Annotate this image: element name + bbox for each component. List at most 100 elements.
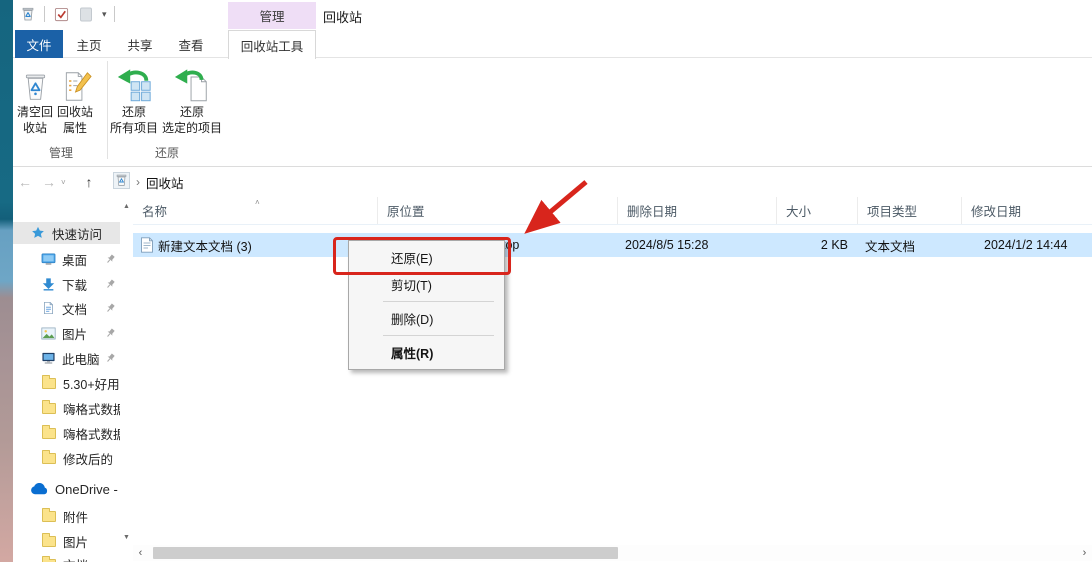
context-menu-item-cut[interactable]: 剪切(T) [349, 271, 504, 298]
download-icon [40, 277, 56, 291]
back-icon[interactable]: ← [13, 174, 37, 190]
breadcrumb-chevron-icon: › [136, 175, 140, 189]
column-header-original-location[interactable]: 原位置 [378, 197, 618, 224]
button-label-line: 回收站 [57, 105, 94, 119]
horizontal-scrollbar-track[interactable] [148, 545, 1077, 561]
desktop-wallpaper-strip [0, 0, 13, 562]
quick-access-star-icon [30, 226, 46, 240]
folder-icon [41, 555, 57, 562]
empty-recycle-bin-icon [19, 67, 52, 105]
sidebar-item-folder[interactable]: 文档 [13, 553, 120, 562]
sidebar-item-folder[interactable]: 嗨格式数据 [13, 422, 120, 444]
pin-icon[interactable] [105, 253, 116, 268]
folder-icon [41, 532, 57, 547]
column-label: 修改日期 [971, 205, 1022, 219]
sidebar-item-label: 5.30+好用 [63, 377, 120, 392]
scroll-up-icon[interactable]: ▲ [120, 199, 133, 213]
button-label-line: 清空回 [17, 105, 54, 119]
context-menu-item-delete[interactable]: 删除(D) [349, 305, 504, 332]
sidebar-item-label: 文档 [63, 555, 88, 562]
file-size: 2 KB [820, 238, 848, 252]
pin-icon[interactable] [105, 327, 116, 342]
scroll-left-icon[interactable]: ‹ [133, 547, 148, 559]
file-list: 名称 ˄ 原位置 删除日期 大小 项目类型 修改日期 新建文本文档 (3) to… [133, 197, 1092, 562]
sidebar-item-downloads[interactable]: 下载 [13, 273, 120, 295]
sidebar-item-folder[interactable]: 附件 [13, 505, 120, 527]
sidebar-item-folder[interactable]: 5.30+好用 [13, 372, 120, 394]
column-label: 原位置 [387, 205, 425, 219]
sidebar-item-quick-access[interactable]: 快速访问 [13, 222, 120, 244]
context-menu-item-properties[interactable]: 属性(R) [349, 339, 504, 366]
pin-icon[interactable] [105, 302, 116, 317]
context-menu-separator [383, 301, 494, 302]
column-header-item-type[interactable]: 项目类型 [858, 197, 962, 224]
scroll-down-icon[interactable]: ▼ [120, 530, 133, 544]
folder-icon [41, 399, 57, 414]
sidebar-item-label: 嗨格式数据 [63, 402, 120, 417]
sidebar-item-label: 文档 [62, 302, 88, 317]
sidebar-item-label: 嗨格式数据 [63, 427, 120, 442]
scroll-right-icon[interactable]: › [1077, 547, 1092, 559]
ribbon-tab-row: 文件 主页 共享 查看 回收站工具 [13, 30, 1092, 59]
column-header-name[interactable]: 名称 ˄ [133, 197, 378, 224]
pin-icon[interactable] [105, 278, 116, 293]
sidebar-item-label: 此电脑 [62, 352, 100, 367]
sidebar-item-folder[interactable]: 嗨格式数据 [13, 397, 120, 419]
sidebar-item-label: 快速访问 [52, 227, 103, 242]
annotation-highlight-box [333, 237, 511, 275]
column-header-row: 名称 ˄ 原位置 删除日期 大小 项目类型 修改日期 [133, 197, 1092, 225]
sidebar-item-desktop[interactable]: 桌面 [13, 248, 120, 270]
sidebar-item-folder[interactable]: 修改后的 [13, 447, 120, 469]
horizontal-scrollbar-thumb[interactable] [153, 547, 618, 559]
folder-icon [41, 507, 57, 522]
context-menu-separator [383, 335, 494, 336]
column-label: 项目类型 [867, 205, 918, 219]
this-pc-icon [40, 351, 56, 365]
tab-home[interactable]: 主页 [66, 30, 112, 58]
customize-toolbar-caret-icon[interactable]: ▾ [102, 9, 107, 19]
button-label-line: 属性 [63, 120, 88, 135]
sidebar-item-onedrive[interactable]: OneDrive - [13, 478, 120, 500]
recycle-bin-properties-button[interactable]: 回收站 属性 [55, 64, 95, 139]
forward-icon[interactable]: → [37, 174, 61, 190]
file-row-selected[interactable]: 新建文本文档 (3) top 2024/8/5 15:28 2 KB 文本文档 … [133, 233, 1092, 257]
file-item-type: 文本文档 [865, 239, 916, 254]
folder-icon [41, 374, 57, 389]
recent-locations-caret-icon[interactable]: ˅ [61, 178, 77, 187]
column-label: 大小 [786, 205, 812, 219]
contextual-tab-header[interactable]: 管理 [228, 2, 316, 29]
breadcrumb-location[interactable]: 回收站 [146, 173, 184, 192]
sidebar-item-folder[interactable]: 图片 [13, 530, 120, 552]
main-area: 快速访问 桌面 下载 文档 图片 此电脑 5.30+好用 嗨格式数据 嗨格式数据… [13, 197, 1092, 562]
restore-all-items-button[interactable]: 还原 所有项目 [108, 64, 160, 139]
sidebar-item-label: 图片 [62, 327, 88, 342]
column-header-size[interactable]: 大小 [777, 197, 858, 224]
column-header-date-deleted[interactable]: 删除日期 [618, 197, 777, 224]
ribbon-group-label-restore: 还原 [154, 146, 179, 160]
restore-selected-items-button[interactable]: 还原 选定的项目 [160, 64, 224, 139]
sidebar-item-label: OneDrive - [55, 481, 118, 497]
ribbon-group-label-manage: 管理 [48, 146, 73, 160]
up-icon[interactable]: ↑ [77, 174, 101, 190]
horizontal-scrollbar[interactable]: ‹ › [133, 545, 1092, 561]
sidebar-item-documents[interactable]: 文档 [13, 297, 120, 319]
new-folder-icon[interactable] [77, 5, 95, 23]
recycle-bin-icon[interactable] [19, 5, 37, 23]
button-label-line: 所有项目 [110, 120, 159, 135]
tab-file[interactable]: 文件 [15, 30, 63, 58]
sidebar-scrollbar[interactable]: ▲ ▼ [120, 197, 133, 562]
explorer-window: ▾ 管理 回收站 文件 主页 共享 查看 回收站工具 清空回 收站 回收站 属性… [13, 0, 1092, 562]
empty-recycle-bin-button[interactable]: 清空回 收站 [15, 64, 55, 139]
properties-check-icon[interactable] [52, 5, 70, 23]
tab-share[interactable]: 共享 [117, 30, 163, 58]
column-header-date-modified[interactable]: 修改日期 [962, 197, 1092, 224]
ribbon-group-restore: 还原 所有项目 还原 选定的项目 还原 [108, 58, 226, 166]
window-title: 回收站 [323, 10, 363, 25]
sidebar-item-this-pc[interactable]: 此电脑 [13, 347, 120, 369]
sidebar-item-label: 附件 [63, 510, 89, 525]
breadcrumb[interactable]: › 回收站 [109, 170, 188, 194]
sidebar-item-pictures[interactable]: 图片 [13, 322, 120, 344]
tab-view[interactable]: 查看 [168, 30, 214, 58]
tab-recycle-bin-tools[interactable]: 回收站工具 [228, 30, 316, 59]
pin-icon[interactable] [105, 352, 116, 367]
